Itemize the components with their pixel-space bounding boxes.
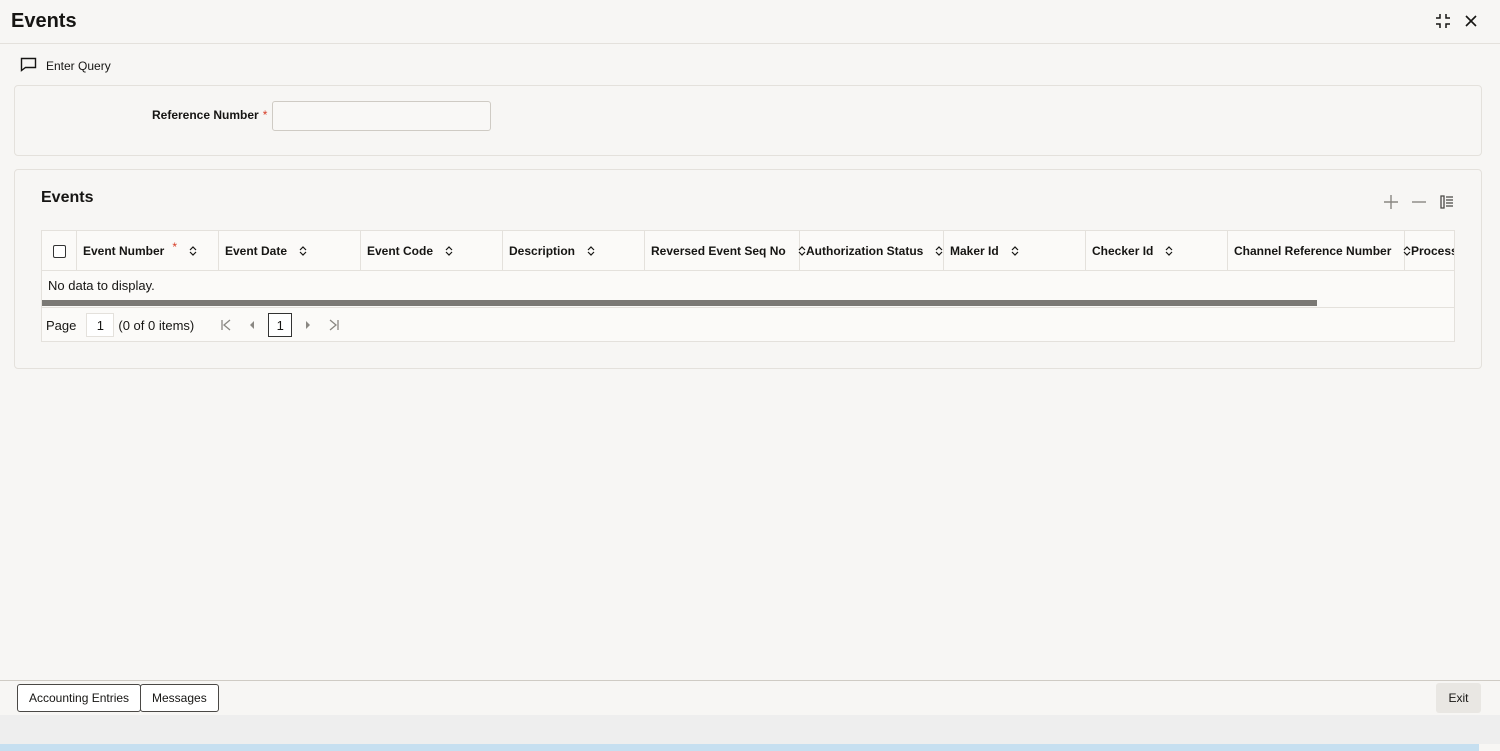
reference-number-label: Reference Number *: [152, 108, 268, 122]
column-checker-id[interactable]: Checker Id: [1086, 231, 1228, 271]
column-reversed-event-seq-no[interactable]: Reversed Event Seq No: [645, 231, 806, 271]
column-maker-id[interactable]: Maker Id: [944, 231, 1086, 271]
events-table: Event Number * Event Date Event Code Des…: [41, 230, 1455, 342]
sort-icon[interactable]: [587, 246, 595, 256]
enter-query-button[interactable]: Enter Query: [20, 56, 111, 76]
column-authorization-status[interactable]: Authorization Status: [800, 231, 944, 271]
required-marker: *: [262, 108, 268, 122]
items-count: (0 of 0 items): [118, 317, 195, 333]
column-event-date[interactable]: Event Date: [219, 231, 361, 271]
sort-icon[interactable]: [299, 246, 307, 256]
column-event-number[interactable]: Event Number *: [77, 231, 219, 271]
reference-number-input[interactable]: [272, 101, 491, 131]
add-icon[interactable]: [1383, 192, 1399, 212]
events-panel: Events Event Number * Event Date Event C…: [14, 169, 1482, 369]
close-icon[interactable]: [1461, 11, 1481, 31]
required-marker: *: [172, 240, 178, 254]
column-process-r[interactable]: Process R: [1405, 231, 1454, 271]
footer-bar: Accounting Entries Messages Exit: [0, 680, 1500, 715]
title-bar: Events: [0, 0, 1500, 44]
events-section-title: Events: [41, 189, 94, 206]
column-channel-reference-number[interactable]: Channel Reference Number: [1228, 231, 1411, 271]
sort-icon[interactable]: [935, 246, 943, 256]
sort-icon[interactable]: [189, 246, 197, 256]
column-description[interactable]: Description: [503, 231, 645, 271]
page-title: Events: [11, 10, 77, 32]
accounting-entries-button[interactable]: Accounting Entries: [17, 684, 142, 712]
sort-icon[interactable]: [445, 246, 453, 256]
pagination: Page 1 (0 of 0 items) 1: [42, 307, 1454, 341]
columns-icon[interactable]: [1439, 192, 1455, 212]
messages-button[interactable]: Messages: [140, 684, 219, 712]
exit-button[interactable]: Exit: [1436, 683, 1481, 713]
sort-icon[interactable]: [1011, 246, 1019, 256]
horizontal-scrollbar[interactable]: [42, 300, 1317, 306]
query-panel: Reference Number *: [14, 85, 1482, 156]
select-all-cell: [42, 231, 77, 271]
page-label: Page: [46, 317, 77, 333]
table-header: Event Number * Event Date Event Code Des…: [42, 231, 1454, 271]
status-strip: [0, 744, 1479, 751]
enter-query-label: Enter Query: [46, 59, 111, 73]
collapse-icon[interactable]: [1433, 11, 1453, 31]
column-event-code[interactable]: Event Code: [361, 231, 503, 271]
previous-page-icon[interactable]: [242, 320, 262, 330]
status-bar: [0, 715, 1500, 744]
first-page-icon[interactable]: [216, 319, 236, 331]
sort-icon[interactable]: [1165, 246, 1173, 256]
current-page[interactable]: 1: [268, 313, 293, 337]
last-page-icon[interactable]: [324, 319, 344, 331]
grid-actions: [1383, 192, 1455, 212]
empty-message: No data to display.: [48, 278, 155, 293]
message-icon: [20, 57, 37, 75]
next-page-icon[interactable]: [298, 320, 318, 330]
select-all-checkbox[interactable]: [52, 244, 66, 258]
page-number-input[interactable]: 1: [86, 313, 115, 337]
remove-icon[interactable]: [1411, 192, 1427, 212]
